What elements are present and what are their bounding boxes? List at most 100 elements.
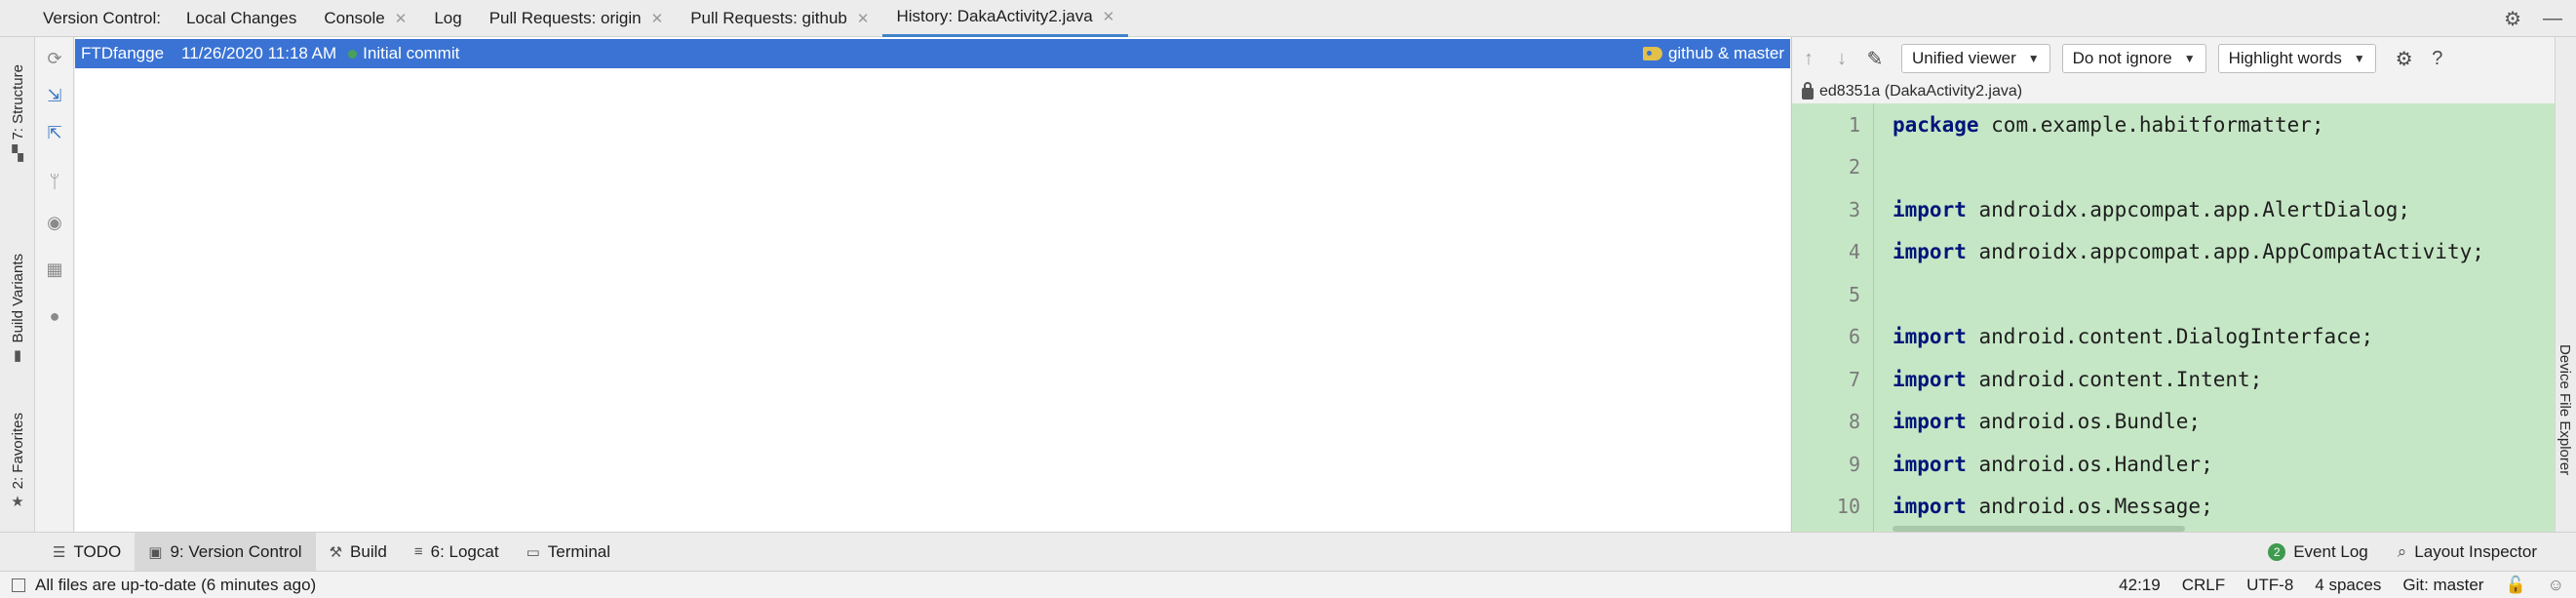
viewer-mode-value: Unified viewer [1912, 49, 2016, 67]
commit-row[interactable]: FTDfangge 11/26/2020 11:18 AM Initial co… [75, 39, 1790, 68]
tab-pull-requests-github[interactable]: Pull Requests: github ✕ [677, 0, 882, 37]
arrow-up-icon[interactable]: ↑ [1792, 48, 1825, 70]
collapse-icon[interactable]: ⇲ [43, 84, 66, 107]
logcat-tool-button[interactable]: ≡ 6: Logcat [401, 533, 513, 572]
build-tool-button[interactable]: ⚒ Build [316, 533, 401, 572]
code-line: 3 import androidx.appcompat.app.AlertDia… [1792, 188, 2553, 231]
code-line: 1 package com.example.habitformatter; [1792, 103, 2553, 146]
viewer-mode-select[interactable]: Unified viewer ▼ [1901, 44, 2050, 73]
code-text: android.os.Message; [1966, 495, 2213, 519]
event-log-button[interactable]: 2 Event Log [2268, 542, 2368, 562]
code-text: androidx.appcompat.app.AlertDialog; [1966, 197, 2411, 221]
tab-pull-requests-origin[interactable]: Pull Requests: origin ✕ [476, 0, 678, 37]
code-text: android.os.Bundle; [1966, 410, 2202, 434]
github-icon[interactable]: ● [43, 304, 66, 328]
code-keyword: import [1893, 240, 1967, 264]
commit-author: FTDfangge [81, 44, 165, 62]
help-icon[interactable]: ? [2421, 48, 2454, 70]
structure-icon: ▚ [12, 144, 23, 162]
structure-tool-button[interactable]: 7: Structure ▚ [0, 64, 35, 162]
tag-icon [1642, 47, 1662, 60]
layout-inspector-button[interactable]: ⌕ Layout Inspector [2398, 542, 2537, 562]
lock-icon[interactable]: 🔓 [2505, 576, 2525, 595]
indent-setting[interactable]: 4 spaces [2315, 576, 2381, 595]
todo-tool-button[interactable]: ☰ TODO [39, 533, 135, 572]
build-variants-label: Build Variants [9, 254, 26, 343]
device-file-explorer-button[interactable]: Device File Explorer [2556, 344, 2573, 475]
chevron-down-icon: ▼ [2027, 52, 2040, 65]
code-line: 10 import android.os.Message; [1792, 486, 2553, 529]
chevron-down-icon: ▼ [2353, 52, 2365, 65]
code-text: com.example.habitformatter; [1978, 112, 2324, 137]
code-line: 4 import androidx.appcompat.app.AppCompa… [1792, 231, 2553, 274]
tab-label: Pull Requests: origin [488, 8, 642, 27]
close-icon[interactable]: ✕ [395, 10, 408, 27]
code-keyword: import [1893, 452, 1967, 476]
line-number: 1 [1848, 112, 1860, 137]
window-icon[interactable] [12, 578, 25, 592]
line-number: 8 [1848, 410, 1860, 434]
vcs-toolbar: ⟳ ⇲ ⇱ ᛘ ◉ ▦ ● [35, 37, 74, 532]
todo-label: TODO [73, 541, 122, 561]
status-message: All files are up-to-date (6 minutes ago) [35, 575, 317, 594]
line-number: 9 [1848, 452, 1860, 476]
code-keyword: import [1893, 197, 1967, 221]
right-tool-stripe: Device File Explorer [2555, 37, 2576, 532]
tab-label: Log [434, 8, 462, 27]
code-keyword: import [1893, 325, 1967, 349]
line-separator[interactable]: CRLF [2182, 576, 2225, 595]
lock-icon [1802, 82, 1814, 100]
ignore-mode-value: Do not ignore [2072, 49, 2172, 67]
line-number: 3 [1848, 197, 1860, 221]
tab-console[interactable]: Console ✕ [310, 0, 420, 37]
version-control-tool-button[interactable]: ▣ 9: Version Control [135, 532, 316, 572]
cursor-position[interactable]: 42:19 [2119, 576, 2161, 595]
gear-icon[interactable]: ⚙ [2388, 47, 2421, 71]
close-icon[interactable]: ✕ [651, 10, 664, 27]
close-icon[interactable]: ✕ [1103, 8, 1115, 25]
logcat-label: 6: Logcat [430, 541, 499, 561]
code-keyword: import [1893, 495, 1967, 519]
list-icon: ☰ [53, 543, 66, 561]
tab-history[interactable]: History: DakaActivity2.java ✕ [882, 0, 1129, 37]
edit-icon[interactable]: ✎ [1858, 47, 1892, 71]
inspector-icon[interactable]: ☺ [2548, 576, 2564, 595]
tab-log[interactable]: Log [420, 0, 475, 37]
code-text: androidx.appcompat.app.AppCompatActivity… [1966, 240, 2484, 264]
arrow-down-icon[interactable]: ↓ [1825, 48, 1858, 70]
build-label: Build [350, 541, 387, 561]
vcs-icon: ▣ [148, 543, 163, 561]
highlight-mode-select[interactable]: Highlight words ▼ [2217, 44, 2376, 73]
commit-dot-icon [348, 49, 358, 59]
file-encoding[interactable]: UTF-8 [2246, 576, 2293, 595]
favorites-tool-button[interactable]: 2: Favorites ★ [0, 413, 35, 510]
git-branch[interactable]: Git: master [2402, 576, 2483, 595]
commit-date: 11/26/2020 11:18 AM [181, 44, 337, 62]
branch-icon[interactable]: ᛘ [43, 170, 66, 193]
build-variants-tool-button[interactable]: Build Variants ▮ [0, 254, 35, 364]
expand-icon[interactable]: ⇱ [43, 121, 66, 144]
code-text: android.content.DialogInterface; [1966, 325, 2374, 349]
refresh-icon[interactable]: ⟳ [43, 47, 66, 70]
gear-icon[interactable]: ⚙ [2504, 7, 2521, 31]
hammer-icon: ⚒ [329, 543, 343, 561]
terminal-tool-button[interactable]: ▭ Terminal [513, 533, 624, 572]
close-icon[interactable]: ✕ [857, 10, 870, 27]
terminal-label: Terminal [547, 541, 611, 561]
code-line: 8 import android.os.Bundle; [1792, 401, 2553, 444]
ignore-mode-select[interactable]: Do not ignore ▼ [2061, 44, 2206, 73]
code-keyword: import [1893, 367, 1967, 391]
tab-local-changes[interactable]: Local Changes [173, 0, 310, 37]
logcat-icon: ≡ [413, 543, 423, 560]
minimize-icon[interactable]: — [2543, 8, 2562, 30]
eye-icon[interactable]: ◉ [43, 211, 66, 234]
line-number: 2 [1848, 155, 1860, 179]
layout-icon[interactable]: ▦ [43, 258, 66, 281]
line-number: 6 [1848, 325, 1860, 349]
diff-editor[interactable]: 1 package com.example.habitformatter; 2 … [1792, 103, 2576, 532]
bottom-tool-bar: ☰ TODO ▣ 9: Version Control ⚒ Build ≡ 6:… [0, 532, 2576, 572]
code-text: android.content.Intent; [1966, 367, 2263, 391]
line-number: 5 [1848, 282, 1860, 306]
build-variants-icon: ▮ [13, 347, 22, 365]
code-line: 2 [1792, 146, 2553, 189]
